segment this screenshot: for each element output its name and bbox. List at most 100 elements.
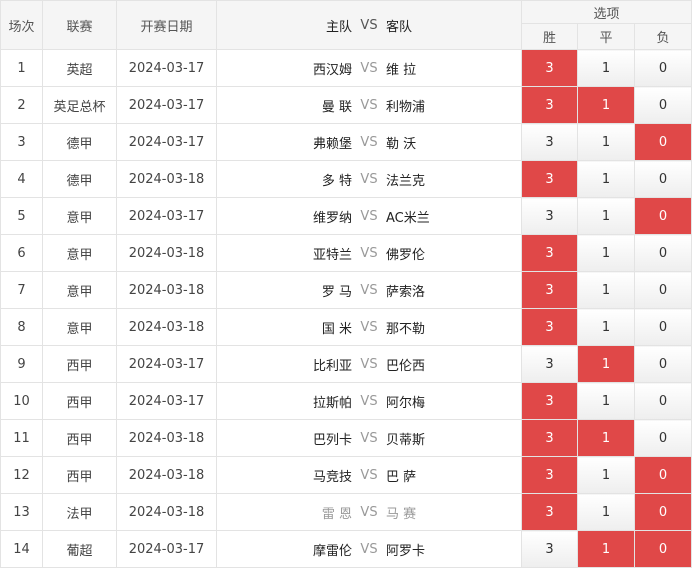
date-cell: 2024-03-18 [116, 308, 217, 346]
table-row: 14 葡超 2024-03-17 摩雷伦 VS 阿罗卡 3 1 0 [0, 530, 693, 568]
col-header-date: 开赛日期 [116, 0, 217, 50]
option-draw[interactable]: 1 [577, 197, 635, 235]
league-cell: 意甲 [42, 234, 117, 272]
option-lose[interactable]: 0 [633, 530, 693, 568]
away-team: 巴伦西 [386, 358, 426, 374]
option-lose[interactable]: 0 [633, 493, 693, 531]
date-cell: 2024-03-17 [116, 86, 217, 124]
col-header-options: 选项 [520, 0, 693, 24]
option-draw[interactable]: 1 [577, 271, 635, 309]
table-row: 3 德甲 2024-03-17 弗赖堡 VS 勒 沃310 [0, 123, 693, 161]
seq-cell: 13 [0, 493, 43, 531]
option-win[interactable]: 3 [521, 86, 578, 124]
option-draw[interactable]: 1 [577, 160, 635, 198]
seq-cell: 12 [0, 456, 43, 494]
col-header-vs: VS [360, 17, 378, 33]
option-win[interactable]: 3 [521, 160, 578, 198]
date-cell: 2024-03-18 [116, 271, 217, 309]
league-cell: 西甲 [42, 456, 117, 494]
option-win[interactable]: 3 [521, 197, 578, 235]
lottery-selection-table: 场次 联赛 开赛日期 主队 VS 客队 选项 胜 平 负 1 英超 2024-03-… [0, 0, 693, 568]
option-lose[interactable]: 0 [633, 308, 693, 346]
date-cell: 2024-03-18 [116, 160, 217, 198]
option-draw[interactable]: 1 [577, 382, 635, 420]
option-lose[interactable]: 0 [633, 123, 693, 161]
home-team: 雷 恩 [321, 506, 352, 522]
option-win[interactable]: 3 [521, 49, 578, 87]
option-win[interactable]: 3 [521, 419, 578, 457]
home-team: 马竞技 [312, 469, 352, 485]
seq-cell: 6 [0, 234, 43, 272]
date-cell: 2024-03-17 [116, 530, 217, 568]
away-team: 佛罗伦 [386, 247, 426, 263]
col-header-away: 客队 [386, 19, 413, 35]
vs-label: VS [360, 171, 378, 187]
option-draw[interactable]: 1 [577, 419, 635, 457]
date-cell: 2024-03-17 [116, 197, 217, 235]
option-draw[interactable]: 1 [577, 49, 635, 87]
option-draw[interactable]: 1 [577, 456, 635, 494]
option-draw[interactable]: 1 [577, 308, 635, 346]
table-row: 8 意甲 2024-03-18 国 米 VS 那不勒 3 1 0 [0, 308, 693, 346]
home-team: 维罗纳 [312, 210, 352, 226]
away-team: 巴 萨 [386, 469, 417, 485]
match-cell: 西汉姆 VS 维 拉 [216, 49, 522, 87]
table-row: 6 意甲 2024-03-18 亚特兰 VS 佛罗伦 3 1 0 [0, 234, 693, 272]
league-cell: 法甲 [42, 493, 117, 531]
option-lose[interactable]: 0 [633, 197, 693, 235]
table-row: 12 西甲 2024-03-18 马竞技 VS 巴 萨 310 [0, 456, 693, 494]
option-draw[interactable]: 1 [577, 86, 635, 124]
option-lose[interactable]: 0 [633, 456, 693, 494]
match-cell: 雷 恩 VS 马 赛 [216, 493, 522, 531]
option-lose[interactable]: 0 [633, 86, 693, 124]
option-win[interactable]: 3 [521, 123, 578, 161]
date-cell: 2024-03-18 [116, 234, 217, 272]
option-win[interactable]: 3 [521, 271, 578, 309]
vs-label: VS [360, 282, 378, 298]
option-win[interactable]: 3 [521, 493, 578, 531]
match-cell: 巴列卡 VS 贝蒂斯 [216, 419, 522, 457]
option-win[interactable]: 3 [521, 382, 578, 420]
option-lose[interactable]: 0 [633, 234, 693, 272]
date-cell: 2024-03-18 [116, 419, 217, 457]
option-lose[interactable]: 0 [633, 419, 693, 457]
away-team: 维 拉 [386, 62, 417, 78]
home-team: 摩雷伦 [312, 543, 352, 559]
vs-label: VS [360, 134, 378, 150]
home-team: 多 特 [321, 173, 352, 189]
option-win[interactable]: 3 [521, 456, 578, 494]
option-lose[interactable]: 0 [633, 382, 693, 420]
col-header-lose: 负 [633, 23, 693, 50]
seq-cell: 2 [0, 86, 43, 124]
option-draw[interactable]: 1 [577, 123, 635, 161]
date-cell: 2024-03-17 [116, 123, 217, 161]
option-lose[interactable]: 0 [633, 271, 693, 309]
option-win[interactable]: 3 [521, 345, 578, 383]
vs-label: VS [360, 504, 378, 520]
option-win[interactable]: 3 [521, 234, 578, 272]
league-cell: 德甲 [42, 123, 117, 161]
away-team: 勒 沃 [386, 136, 417, 152]
option-draw[interactable]: 1 [577, 234, 635, 272]
seq-cell: 10 [0, 382, 43, 420]
league-cell: 德甲 [42, 160, 117, 198]
col-header-league: 联赛 [42, 0, 117, 50]
home-team: 比利亚 [312, 358, 352, 374]
option-draw[interactable]: 1 [577, 530, 635, 568]
option-lose[interactable]: 0 [633, 49, 693, 87]
date-cell: 2024-03-17 [116, 345, 217, 383]
seq-cell: 8 [0, 308, 43, 346]
option-win[interactable]: 3 [521, 530, 578, 568]
match-list: 1 英超 2024-03-17 西汉姆 VS 维 拉 3 1 0 2 英足总杯 2024-03-17 曼… [0, 49, 693, 568]
option-win[interactable]: 3 [521, 308, 578, 346]
league-cell: 意甲 [42, 308, 117, 346]
table-row: 7 意甲 2024-03-18 罗 马 VS 萨索洛 3 1 0 [0, 271, 693, 309]
option-lose[interactable]: 0 [633, 160, 693, 198]
option-lose[interactable]: 0 [633, 345, 693, 383]
table-row: 11 西甲 2024-03-18 巴列卡 VS 贝蒂斯 3 1 0 [0, 419, 693, 457]
table-row: 2 英足总杯 2024-03-17 曼 联 VS 利物浦 3 1 0 [0, 86, 693, 124]
option-draw[interactable]: 1 [577, 493, 635, 531]
seq-cell: 3 [0, 123, 43, 161]
option-draw[interactable]: 1 [577, 345, 635, 383]
date-cell: 2024-03-17 [116, 49, 217, 87]
